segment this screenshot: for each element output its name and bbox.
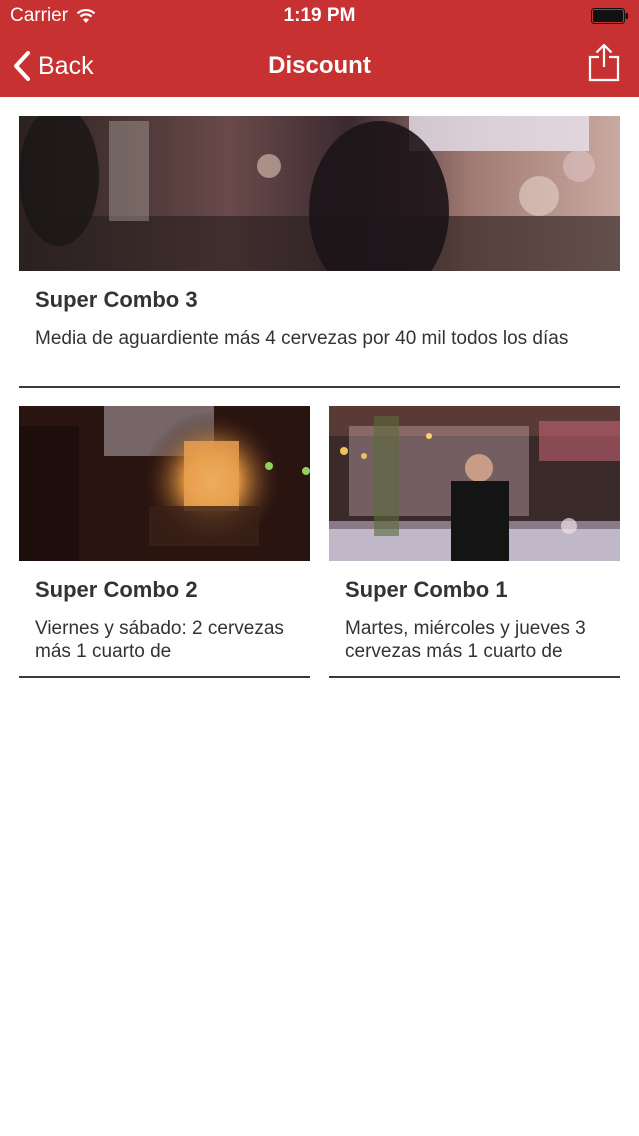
- bar-photo-icon: [19, 116, 620, 271]
- app-header: Carrier 1:19 PM Back Discount: [0, 0, 639, 97]
- card-title: Super Combo 3: [35, 287, 198, 312]
- card-title: Super Combo 1: [345, 577, 508, 602]
- clock: 1:19 PM: [283, 5, 356, 26]
- card-title: Super Combo 2: [35, 577, 198, 602]
- candle-photo-icon: [19, 406, 310, 561]
- discount-card[interactable]: Super Combo 2 Viernes y sábado: 2 cervez…: [19, 406, 310, 678]
- discount-card[interactable]: Super Combo 3 Media de aguardiente más 4…: [19, 116, 620, 388]
- share-icon[interactable]: [587, 42, 621, 82]
- navigation-bar: Back Discount: [0, 34, 639, 97]
- status-bar: Carrier 1:19 PM: [0, 0, 639, 34]
- page-title: Discount: [268, 52, 371, 79]
- bartender-photo-icon: [329, 406, 620, 561]
- discount-card[interactable]: Super Combo 1 Martes, miércoles y jueves…: [329, 406, 620, 678]
- card-description: Media de aguardiente más 4 cervezas por …: [35, 328, 569, 349]
- battery-icon: [591, 8, 628, 24]
- card-description: Viernes y sábado: 2 cervezas más 1 cuart…: [35, 618, 284, 662]
- card-description: Martes, miércoles y jueves 3 cervezas má…: [345, 618, 586, 662]
